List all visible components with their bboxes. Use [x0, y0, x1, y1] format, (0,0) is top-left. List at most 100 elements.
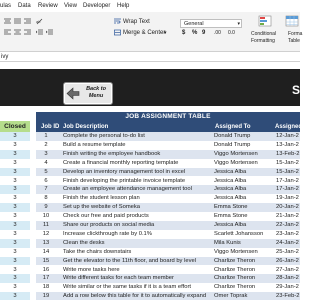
column-header-job-id[interactable]: Job ID: [41, 124, 59, 130]
assigned-date-cell[interactable]: 20-Jan-2: [276, 203, 306, 212]
table-row[interactable]: 17 Write different tasks for each team me…: [36, 274, 300, 284]
column-header-description[interactable]: Job Description: [63, 124, 108, 130]
job-description-cell[interactable]: Increase clickthrough rate by 0.1%: [63, 230, 213, 239]
assigned-to-cell[interactable]: Charlize Theron: [214, 257, 276, 266]
job-description-cell[interactable]: Write similar or the same tasks if it is…: [63, 283, 213, 292]
align-left-icon[interactable]: [4, 29, 11, 36]
assigned-to-cell[interactable]: Jessica Alba: [214, 185, 276, 194]
wrap-text-label[interactable]: Wrap Text: [123, 19, 150, 25]
job-id-cell[interactable]: 9: [36, 203, 56, 212]
closed-cell[interactable]: 3: [0, 132, 30, 141]
closed-cell[interactable]: 3: [0, 167, 30, 177]
increase-decimal-button[interactable]: .00: [214, 30, 221, 36]
job-description-cell[interactable]: Complete the personal to-do list: [63, 132, 213, 141]
closed-cell[interactable]: 3: [0, 247, 30, 257]
tab-help[interactable]: Help: [117, 3, 129, 9]
table-row[interactable]: 15 Get the elevator to the 11th floor, an…: [36, 256, 300, 266]
assigned-to-cell[interactable]: Viggo Mortensen: [214, 248, 276, 257]
assigned-date-cell[interactable]: 15-Jan-2: [276, 168, 306, 177]
job-id-cell[interactable]: 13: [36, 239, 56, 248]
assigned-date-cell[interactable]: 27-Jan-2: [276, 266, 306, 275]
closed-cell[interactable]: 3: [0, 158, 30, 168]
assigned-to-cell[interactable]: Charlize Theron: [214, 283, 276, 292]
job-id-cell[interactable]: 5: [36, 168, 56, 177]
closed-cell[interactable]: 3: [0, 140, 30, 150]
assigned-date-cell[interactable]: 15-Jan-2: [276, 159, 306, 168]
assigned-to-cell[interactable]: Jessica Alba: [214, 221, 276, 230]
job-id-cell[interactable]: 1: [36, 132, 56, 141]
assigned-date-cell[interactable]: 23-Feb-2: [276, 292, 306, 300]
job-description-cell[interactable]: Take the chairs downstairs: [63, 248, 213, 257]
table-row[interactable]: 16 Write more tasks here Charlize Theron 27…: [36, 265, 300, 275]
job-id-cell[interactable]: 2: [36, 141, 56, 150]
assigned-date-cell[interactable]: 23-Jan-2: [276, 230, 306, 239]
merge-center-label[interactable]: Merge & Center: [123, 30, 165, 36]
assigned-to-cell[interactable]: Scarlett Johansson: [214, 230, 276, 239]
assigned-to-cell[interactable]: Charlize Theron: [214, 274, 276, 283]
job-description-cell[interactable]: Build a resume template: [63, 141, 213, 150]
align-bottom-icon[interactable]: [24, 18, 31, 25]
closed-cell[interactable]: 3: [0, 221, 30, 230]
assigned-date-cell[interactable]: 22-Jan-2: [276, 221, 306, 230]
job-id-cell[interactable]: 16: [36, 266, 56, 275]
merge-center-icon[interactable]: [114, 29, 121, 36]
job-id-cell[interactable]: 11: [36, 221, 56, 230]
job-description-cell[interactable]: Set up the website of Someka: [63, 203, 213, 212]
job-id-cell[interactable]: 12: [36, 230, 56, 239]
assigned-to-cell[interactable]: Viggo Mortensen: [214, 159, 276, 168]
table-row[interactable]: 1 Complete the personal to-do list Donald …: [36, 132, 300, 141]
table-row[interactable]: 11 Share our products on social media Jess…: [36, 221, 300, 230]
assigned-date-cell[interactable]: 13-Jan-2: [276, 141, 306, 150]
table-row[interactable]: 12 Increase clickthrough rate by 0.1% Scar…: [36, 229, 300, 239]
tab-developer[interactable]: Developer: [83, 3, 110, 9]
table-row[interactable]: 19 Add a row below this table for it to a…: [36, 292, 300, 300]
tab-review[interactable]: Review: [38, 3, 58, 9]
percent-button[interactable]: %: [192, 30, 197, 36]
assigned-to-cell[interactable]: Donald Trump: [214, 141, 276, 150]
closed-cell[interactable]: 3: [0, 292, 30, 300]
tab-data[interactable]: Data: [18, 3, 31, 9]
job-id-cell[interactable]: 6: [36, 177, 56, 186]
table-row[interactable]: 4 Create a financial monthly reporting te…: [36, 158, 300, 168]
job-description-cell[interactable]: Check our free and paid products: [63, 212, 213, 221]
assigned-to-cell[interactable]: Charlize Theron: [214, 266, 276, 275]
name-box[interactable]: ivy: [0, 52, 12, 62]
assigned-date-cell[interactable]: 19-Jan-2: [276, 194, 306, 203]
closed-cell[interactable]: 3: [0, 238, 30, 248]
assigned-date-cell[interactable]: 25-Jan-2: [276, 248, 306, 257]
column-header-assigned-to[interactable]: Assigned To: [215, 124, 251, 130]
closed-cell[interactable]: 3: [0, 274, 30, 284]
assigned-to-cell[interactable]: Donald Trump: [214, 132, 276, 141]
assigned-to-cell[interactable]: Omer Toprak: [214, 292, 276, 300]
table-row[interactable]: 9 Set up the website of Someka Emma Stone 2…: [36, 203, 300, 213]
assigned-date-cell[interactable]: 17-Jan-2: [276, 185, 306, 194]
assigned-to-cell[interactable]: Jessica Alba: [214, 177, 276, 186]
job-description-cell[interactable]: Get the elevator to the 11th floor, and …: [63, 257, 213, 266]
job-id-cell[interactable]: 7: [36, 185, 56, 194]
job-description-cell[interactable]: Create a financial monthly reporting tem…: [63, 159, 213, 168]
align-center-icon[interactable]: [14, 29, 21, 36]
job-description-cell[interactable]: Share our products on social media: [63, 221, 213, 230]
job-id-cell[interactable]: 8: [36, 194, 56, 203]
closed-cell[interactable]: 3: [0, 185, 30, 195]
job-description-cell[interactable]: Finish developing the printable invoice …: [63, 177, 213, 186]
tab-view[interactable]: View: [64, 3, 77, 9]
decrease-decimal-button[interactable]: 0.0: [228, 30, 235, 36]
number-format-dropdown[interactable]: General ▾: [180, 19, 242, 28]
align-top-icon[interactable]: [4, 18, 11, 25]
closed-cell[interactable]: 3: [0, 203, 30, 213]
closed-cell[interactable]: 3: [0, 149, 30, 159]
job-description-cell[interactable]: Finish writing the employee handbook: [63, 150, 213, 159]
conditional-formatting-label-1[interactable]: Conditional: [251, 31, 276, 37]
assigned-date-cell[interactable]: 17-Jan-2: [276, 177, 306, 186]
job-description-cell[interactable]: Finish the student lesson plan: [63, 194, 213, 203]
align-middle-icon[interactable]: [14, 18, 21, 25]
assigned-to-cell[interactable]: Viggo Mortensen: [214, 150, 276, 159]
increase-indent-icon[interactable]: [46, 29, 53, 36]
job-description-cell[interactable]: Write different tasks for each team memb…: [63, 274, 213, 283]
closed-cell[interactable]: 3: [0, 194, 30, 204]
closed-cell[interactable]: 3: [0, 212, 30, 221]
comma-button[interactable]: 9: [202, 30, 205, 36]
assigned-to-cell[interactable]: Emma Stone: [214, 212, 276, 221]
closed-cell[interactable]: 3: [0, 265, 30, 275]
